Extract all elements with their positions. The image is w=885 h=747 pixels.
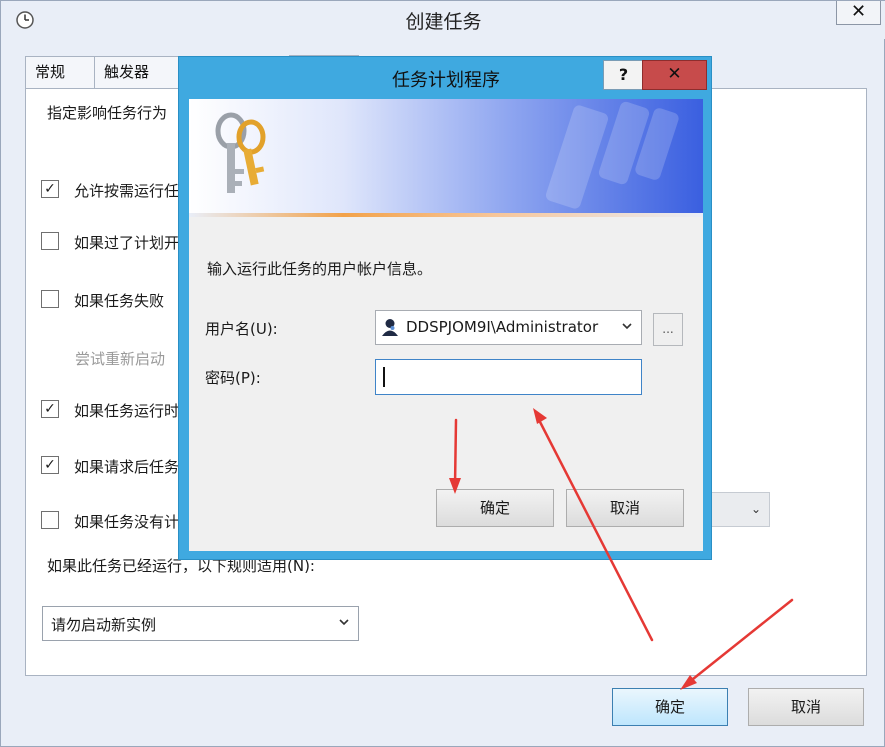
arrow-to-password (536, 416, 654, 642)
arrow-head (449, 478, 461, 494)
annotation-arrows (449, 408, 794, 690)
arrow-to-main-ok (686, 598, 794, 685)
arrow-head (533, 408, 547, 424)
arrow-to-dialog-ok (453, 418, 458, 488)
